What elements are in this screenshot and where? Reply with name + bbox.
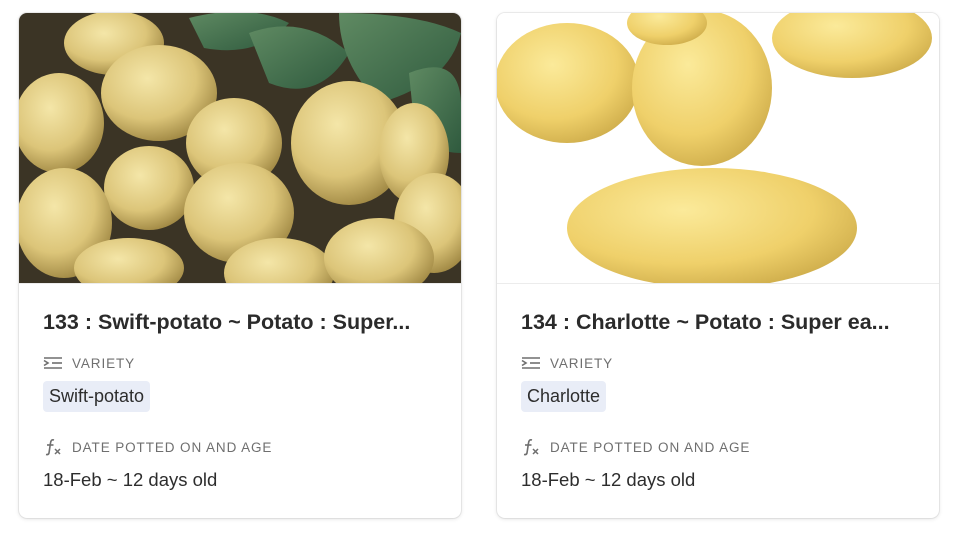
card-cover-image bbox=[497, 13, 939, 284]
formula-icon bbox=[43, 438, 63, 456]
date-value: 18-Feb ~ 12 days old bbox=[521, 469, 696, 490]
date-property-label: DATE POTTED ON AND AGE bbox=[521, 438, 915, 456]
card-cover-image bbox=[19, 13, 461, 284]
variety-list-icon bbox=[521, 354, 541, 372]
variety-tag: Swift-potato bbox=[43, 381, 151, 412]
formula-icon bbox=[521, 438, 541, 456]
card-title: 134 : Charlotte ~ Potato : Super ea... bbox=[521, 310, 890, 334]
variety-property-label: VARIETY bbox=[43, 354, 437, 372]
date-value: 18-Feb ~ 12 days old bbox=[43, 469, 218, 490]
date-label-text: DATE POTTED ON AND AGE bbox=[72, 439, 273, 455]
variety-tag: Charlotte bbox=[521, 381, 607, 412]
gallery-card[interactable]: 133 : Swift-potato ~ Potato : Super... V… bbox=[19, 13, 461, 518]
date-property-label: DATE POTTED ON AND AGE bbox=[43, 438, 437, 456]
variety-property-label: VARIETY bbox=[521, 354, 915, 372]
gallery-card[interactable]: 134 : Charlotte ~ Potato : Super ea... V… bbox=[497, 13, 939, 518]
card-title: 133 : Swift-potato ~ Potato : Super... bbox=[43, 310, 411, 334]
variety-list-icon bbox=[43, 354, 63, 372]
variety-label-text: VARIETY bbox=[550, 355, 614, 371]
variety-label-text: VARIETY bbox=[72, 355, 136, 371]
date-label-text: DATE POTTED ON AND AGE bbox=[550, 439, 751, 455]
